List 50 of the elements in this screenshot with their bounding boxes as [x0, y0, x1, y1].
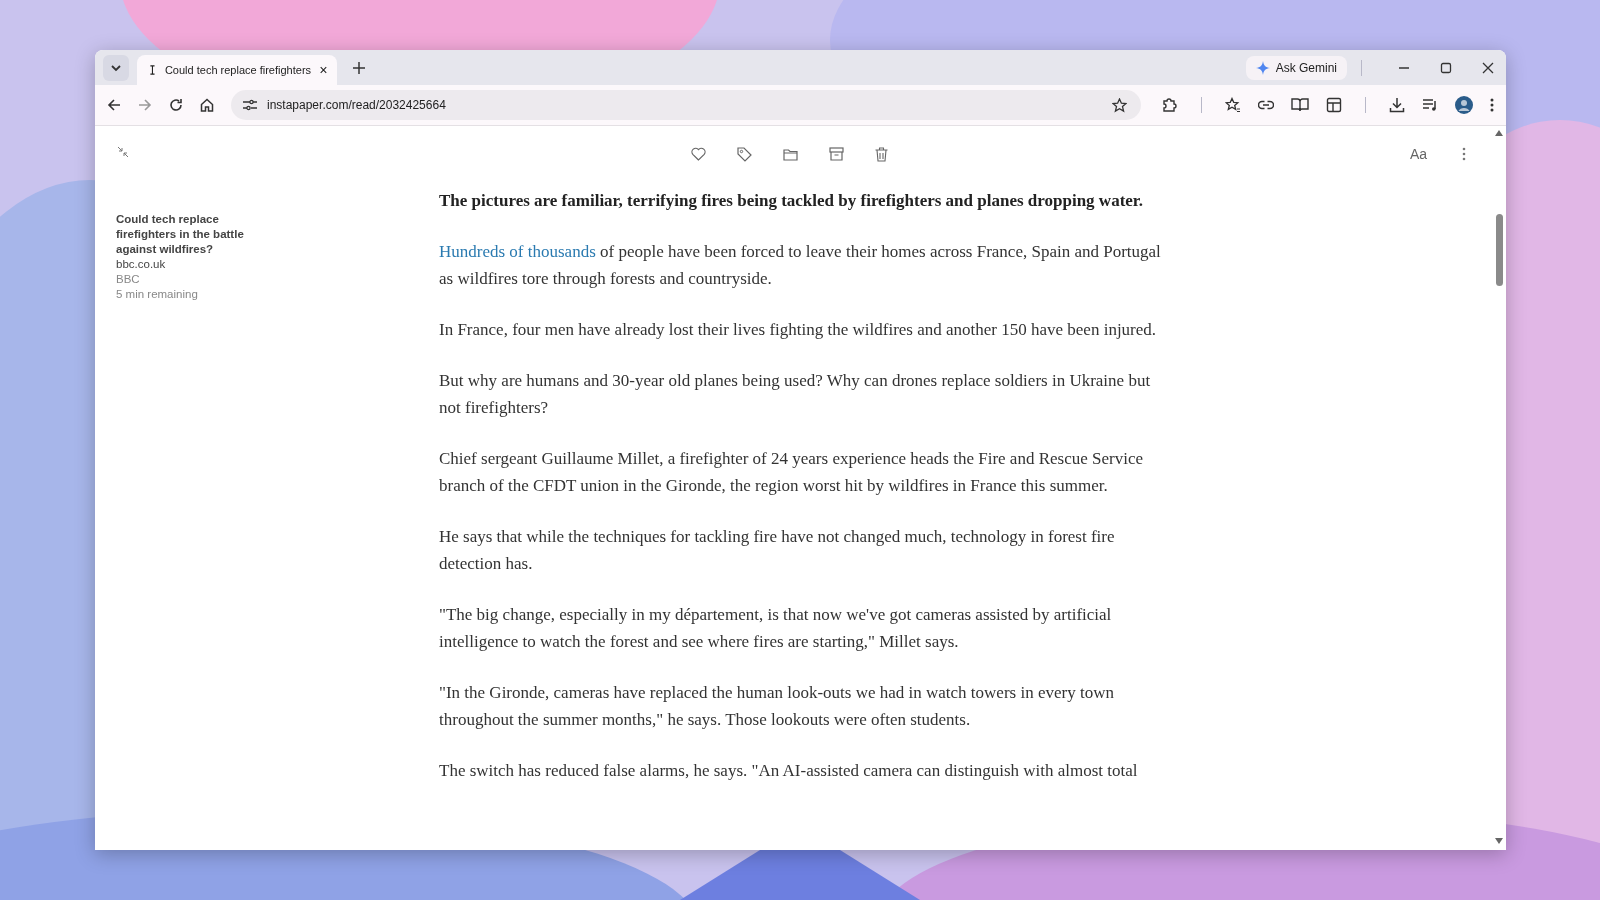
tab-list-button[interactable]	[103, 54, 129, 81]
time-remaining: 5 min remaining	[116, 287, 199, 302]
back-icon[interactable]	[107, 98, 121, 112]
paragraph: Chief sergeant Guillaume Millet, a firefighter of 24 years experience heads the Fire and Rescue Service branch of the CFDT union in the Gironde, the region worst hit by wildfires in France this summer.	[439, 448, 1144, 497]
heart-icon[interactable]	[690, 147, 706, 161]
folder-icon[interactable]	[782, 147, 798, 161]
article-title: Could tech replace firefighters in the battle against wildfires?	[116, 212, 245, 257]
lead-paragraph: The pictures are familiar, terrifying fires being tackled by firefighters and planes dropping water.	[439, 190, 1145, 212]
open-book-icon[interactable]	[1291, 97, 1309, 113]
star-list-icon[interactable]	[1225, 97, 1241, 113]
tab-title: Could tech replace firefighters	[164, 64, 312, 76]
media-queue-icon[interactable]	[1422, 97, 1438, 113]
article-link[interactable]: Hundreds of thousands	[439, 242, 596, 261]
scroll-thumb[interactable]	[1495, 214, 1503, 286]
article-author: BBC	[116, 272, 141, 287]
paragraph: "In the Gironde, cameras have replaced the human look-outs we had in watch towers in every town throughout the summer months," he says. Those lookouts were often students.	[439, 682, 1115, 731]
paragraph: The switch has reduced false alarms, he says. "An AI-assisted camera can distinguish with almost total	[439, 760, 1139, 782]
site-icon	[149, 63, 156, 77]
tag-icon[interactable]	[736, 146, 752, 162]
layout-panel-icon[interactable]	[1326, 97, 1342, 113]
paragraph: Hundreds of thousands of people have been forced to leave their homes across France, Spain and Portugal as wildfires tore through forests and countryside.	[439, 241, 1162, 290]
bookmark-star-icon[interactable]	[1112, 97, 1127, 113]
archive-box-icon[interactable]	[828, 147, 844, 161]
more-options-icon[interactable]	[1490, 98, 1494, 112]
paragraph: He says that while the techniques for tackling fire have not changed much, technology in forest fire detection has.	[439, 526, 1116, 575]
profile-avatar-icon[interactable]	[1455, 96, 1473, 114]
scroll-up-icon[interactable]	[1495, 130, 1503, 136]
download-icon[interactable]	[1389, 97, 1405, 113]
maximize-icon[interactable]	[1440, 61, 1452, 74]
close-icon[interactable]	[1482, 61, 1494, 74]
new-tab-icon[interactable]	[353, 61, 365, 74]
sparkle-icon	[1255, 60, 1270, 75]
forward-icon[interactable]	[138, 98, 152, 112]
ask-gemini-button[interactable]: Ask Gemini	[1245, 55, 1347, 80]
paragraph: In France, four men have already lost their lives fighting the wildfires and another 150 have been injured.	[439, 319, 1158, 341]
trash-icon[interactable]	[874, 146, 888, 162]
home-icon[interactable]	[200, 98, 214, 112]
scroll-down-icon[interactable]	[1495, 838, 1503, 844]
site-settings-icon[interactable]	[243, 99, 257, 111]
browser-tab[interactable]: Could tech replace firefighters	[137, 55, 337, 85]
paragraph: "The big change, especially in my département, is that now we've got cameras assisted by artificial intelligence to watch the forest and see where fires are starting," Millet says.	[439, 604, 1113, 653]
article-domain: bbc.co.uk	[116, 257, 167, 272]
paragraph: But why are humans and 30-year old planes being used? Why can drones replace soldiers in Ukraine but not firefighters?	[439, 370, 1152, 419]
close-icon[interactable]	[320, 65, 327, 75]
address-bar[interactable]: instapaper.com/read/2032425664	[231, 90, 1141, 120]
url-text: instapaper.com/read/2032425664	[267, 98, 446, 112]
reload-icon[interactable]	[169, 98, 183, 112]
font-settings-button[interactable]: Aa	[1409, 146, 1427, 162]
puzzle-piece-icon[interactable]	[1162, 97, 1178, 113]
collapse-icon[interactable]	[117, 146, 129, 158]
